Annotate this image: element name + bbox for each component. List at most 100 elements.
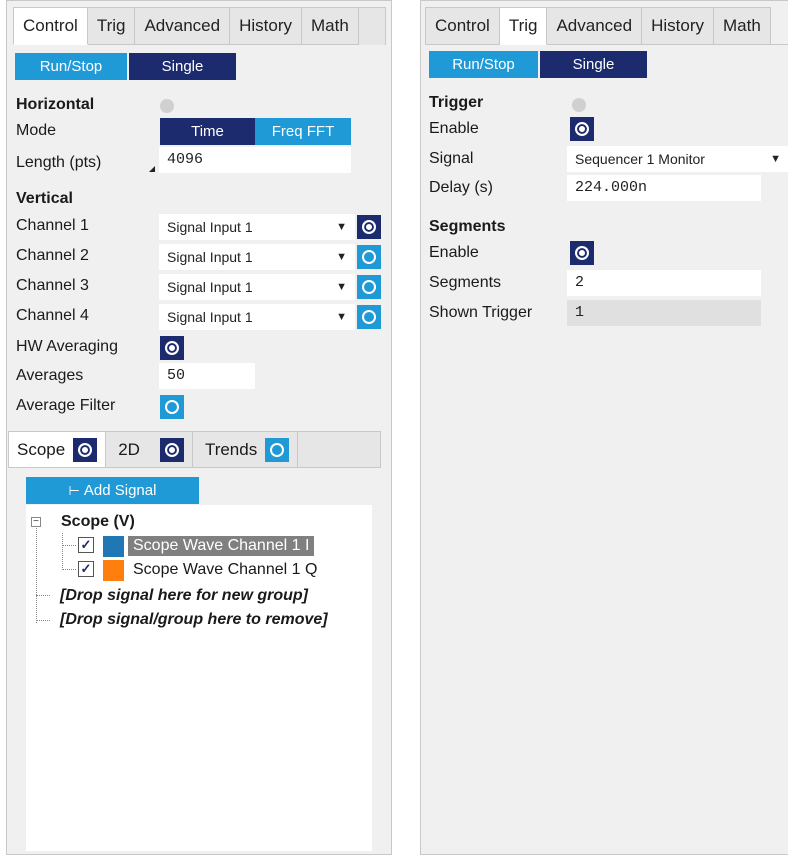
length-input[interactable]: 4096 [159,147,351,173]
chevron-down-icon: ▼ [336,311,347,323]
add-signal-button[interactable]: ⊢ Add Signal [26,477,199,504]
channel-1-value: Signal Input 1 [167,219,253,235]
signal-2-color-swatch [103,560,124,581]
chevron-down-icon: ▼ [336,281,347,293]
tab-math[interactable]: Math [302,7,359,45]
signal-2-checkbox[interactable]: ✓ [78,561,94,577]
trigger-signal-select[interactable]: Sequencer 1 Monitor ▼ [567,146,788,172]
channel-4-select[interactable]: Signal Input 1 ▼ [159,304,355,330]
tab-history[interactable]: History [642,7,714,45]
tab-advanced[interactable]: Advanced [135,7,231,45]
subtab-scope[interactable]: Scope [9,432,107,467]
chevron-down-icon: ▼ [336,251,347,263]
horizontal-status-dot [160,99,174,113]
tree-line [62,569,76,570]
averages-input[interactable]: 50 [159,363,255,389]
trigger-signal-label: Signal [429,150,474,167]
tab-math[interactable]: Math [714,7,771,45]
left-tabbar: Control Trig Advanced History Math [13,7,386,45]
shown-trigger-value: 1 [567,300,761,326]
subtab-scope-label: Scope [17,439,66,459]
trigger-signal-value: Sequencer 1 Monitor [575,151,705,167]
segments-count-input[interactable]: 2 [567,270,761,296]
trigger-enable-toggle[interactable] [570,117,594,141]
collapse-icon[interactable]: − [31,517,41,527]
add-signal-label: Add Signal [83,482,157,499]
subtab-trends-label: Trends [204,439,258,459]
delay-input[interactable]: 224.000n [567,175,761,201]
channel-2-label: Channel 2 [16,247,89,264]
channel-4-value: Signal Input 1 [167,309,253,325]
tab-control[interactable]: Control [425,7,500,45]
2d-toggle[interactable] [159,437,184,462]
hw-averaging-toggle[interactable] [160,336,184,360]
tree-line [36,620,50,621]
right-tabbar: Control Trig Advanced History Math [425,7,788,45]
tab-trig[interactable]: Trig [499,7,548,45]
average-filter-toggle[interactable] [160,395,184,419]
trends-toggle[interactable] [265,437,290,462]
signal-1-checkbox[interactable]: ✓ [78,537,94,553]
channel-2-select[interactable]: Signal Input 1 ▼ [159,244,355,270]
channel-2-toggle[interactable] [357,245,381,269]
run-stop-button[interactable]: Run/Stop [15,53,127,80]
subtab-2d[interactable]: 2D [106,432,193,467]
run-stop-button[interactable]: Run/Stop [429,51,538,78]
shown-trigger-label: Shown Trigger [429,304,533,321]
channel-1-label: Channel 1 [16,217,89,234]
channel-4-label: Channel 4 [16,307,89,324]
tree-group-scope[interactable]: Scope (V) [61,513,135,531]
chevron-down-icon: ▼ [336,221,347,233]
length-label: Length (pts) [16,154,102,171]
delay-label: Delay (s) [429,179,494,196]
tab-trig[interactable]: Trig [87,7,136,45]
plot-subtabs: Scope 2D Trends [8,431,381,468]
channel-3-toggle[interactable] [357,275,381,299]
chevron-down-icon: ▼ [770,153,781,165]
channel-3-select[interactable]: Signal Input 1 ▼ [159,274,355,300]
tree-line [62,545,76,546]
mode-freq-fft-option[interactable]: Freq FFT [255,118,351,145]
channel-4-toggle[interactable] [357,305,381,329]
subtab-2d-label: 2D [118,439,140,459]
channel-2-value: Signal Input 1 [167,249,253,265]
segments-enable-label: Enable [429,244,479,261]
tree-add-icon: ⊢ [68,483,80,498]
tab-advanced[interactable]: Advanced [547,7,643,45]
segments-title: Segments [429,218,506,235]
single-button[interactable]: Single [129,53,236,80]
average-filter-label: Average Filter [16,397,116,414]
signal-2-label[interactable]: Scope Wave Channel 1 Q [133,561,317,579]
tree-line [36,595,50,596]
horizontal-title: Horizontal [16,96,95,113]
trigger-status-dot [572,98,586,112]
signal-1-label[interactable]: Scope Wave Channel 1 I [128,536,315,556]
mode-label: Mode [16,122,57,139]
scope-toggle[interactable] [73,437,98,462]
signal-tree: − Scope (V) ✓ Scope Wave Channel 1 I ✓ S… [26,505,372,851]
mode-time-option[interactable]: Time [160,118,255,145]
segments-count-label: Segments [429,274,502,291]
drop-remove-target[interactable]: [Drop signal/group here to remove] [60,611,328,629]
channel-3-value: Signal Input 1 [167,279,253,295]
channel-3-label: Channel 3 [16,277,89,294]
channel-1-select[interactable]: Signal Input 1 ▼ [159,214,355,240]
tab-filler [358,7,386,45]
averages-label: Averages [16,367,84,384]
signal-1-color-swatch [103,536,124,557]
tree-line [62,533,63,570]
trigger-title: Trigger [429,94,484,111]
tab-control[interactable]: Control [13,7,88,45]
subtab-trends[interactable]: Trends [193,432,299,467]
single-button[interactable]: Single [540,51,647,78]
length-corner-marker [149,166,155,172]
segments-enable-toggle[interactable] [570,241,594,265]
drop-new-group-target[interactable]: [Drop signal here for new group] [60,587,308,605]
tree-line [36,528,37,623]
trigger-enable-label: Enable [429,120,479,137]
right-panel: Control Trig Advanced History Math Run/S… [420,0,788,855]
channel-1-toggle[interactable] [357,215,381,239]
tab-history[interactable]: History [230,7,302,45]
hw-averaging-label: HW Averaging [16,338,118,355]
vertical-title: Vertical [16,190,73,207]
